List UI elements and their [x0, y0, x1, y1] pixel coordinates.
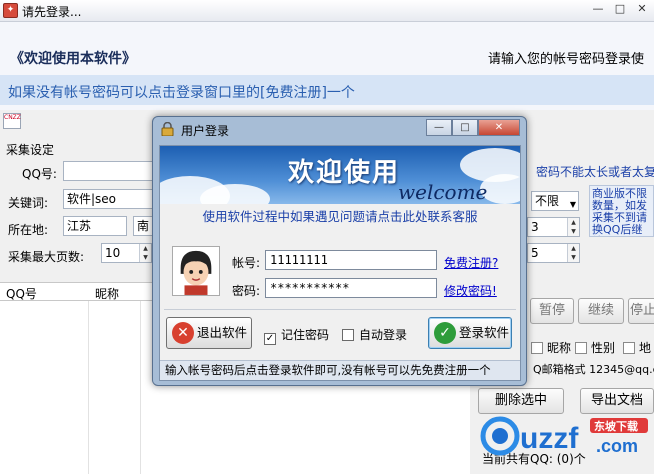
window-title: 请先登录...	[22, 5, 82, 19]
account-input[interactable]: 11111111	[265, 250, 437, 270]
dialog-window-controls: — □ ✕	[426, 119, 520, 136]
main-titlebar: ✦ 请先登录... — □ ✕	[0, 0, 654, 22]
max-pages-label: 采集最大页数:	[8, 250, 85, 264]
right-stepper-2[interactable]: 5 ▲ ▼	[527, 243, 580, 263]
welcome-text: 《欢迎使用本软件》	[10, 51, 136, 67]
welcome-banner: 《欢迎使用本软件》 请输入您的帐号密码登录使 如果没有帐号密码可以点击登录窗口里…	[0, 22, 654, 110]
region-checkbox-label: 地	[639, 341, 652, 355]
lock-icon	[161, 122, 174, 136]
change-password-link[interactable]: 修改密码!	[444, 282, 497, 299]
checkbox-icon	[623, 342, 635, 354]
account-label: 帐号:	[232, 256, 261, 270]
delete-selected-button[interactable]: 删除选中	[478, 388, 564, 414]
remember-password-label: 记住密码	[281, 328, 330, 342]
right-stepper-1[interactable]: 3 ▲ ▼	[527, 217, 580, 237]
keyword-input[interactable]: 软件|seo	[63, 189, 155, 209]
login-button-label: 登录软件	[459, 325, 510, 340]
right-stepper-1-value: 3	[531, 220, 539, 234]
qq-label: QQ号:	[22, 167, 57, 181]
support-notice-link[interactable]: 使用软件过程中如果遇见问题请点击此处联系客服	[160, 206, 520, 225]
close-circle-icon: ✕	[172, 322, 194, 344]
gender-checkbox[interactable]: 性别	[575, 339, 615, 356]
checkbox-checked-icon: ✓	[264, 333, 276, 345]
exit-software-button[interactable]: ✕ 退出软件	[166, 317, 252, 349]
promo-text: 商业版不限 数量，如发 采集不到请 换QQ后继续	[589, 185, 654, 237]
grid-divider	[88, 301, 89, 474]
minimize-button[interactable]: —	[590, 2, 606, 16]
dialog-body: 欢迎使用 welcome 使用软件过程中如果遇见问题请点击此处联系客服 帐号: …	[159, 145, 521, 381]
welcome-sky-banner: 欢迎使用 welcome	[160, 146, 520, 204]
dialog-status-bar: 输入帐号密码后点击登录软件即可,没有帐号可以先免费注册一个	[160, 360, 520, 380]
cloud-decoration	[200, 184, 270, 204]
cnzz-stats-icon[interactable]: CNZZ	[3, 113, 21, 129]
pause-button[interactable]: 暂停	[530, 298, 574, 324]
grid-divider	[140, 301, 141, 474]
login-button[interactable]: ✓ 登录软件	[428, 317, 512, 349]
dialog-minimize-button[interactable]: —	[426, 119, 452, 136]
checkbox-icon	[575, 342, 587, 354]
location-label: 所在地:	[8, 223, 49, 237]
filter-select[interactable]: 不限 ▼	[531, 191, 579, 211]
dialog-titlebar: 用户登录 — □ ✕	[153, 117, 526, 143]
close-button[interactable]: ✕	[634, 2, 650, 16]
stepper-arrows-icon[interactable]: ▲ ▼	[139, 244, 151, 262]
max-pages-value: 10	[105, 246, 121, 260]
app-icon: ✦	[3, 3, 18, 18]
login-hint: 请输入您的帐号密码登录使	[488, 52, 645, 67]
section-label: 采集设定	[6, 143, 55, 157]
stepper-arrows-icon[interactable]: ▲ ▼	[567, 244, 579, 262]
uzzf-watermark-logo: uzzf 东坡下载 .com	[480, 416, 648, 456]
export-button[interactable]: 导出文档	[580, 388, 654, 414]
watermark-badge: 东坡下载	[594, 419, 638, 433]
divider	[164, 309, 516, 310]
checkbox-icon	[342, 329, 354, 341]
stop-button[interactable]: 停止	[628, 298, 654, 324]
filter-select-value: 不限	[535, 194, 560, 208]
chevron-down-icon: ▼	[569, 200, 576, 209]
dialog-close-button[interactable]: ✕	[478, 119, 520, 136]
right-stepper-2-value: 5	[531, 246, 539, 260]
gender-checkbox-label: 性别	[591, 341, 616, 355]
stepper-arrows-icon[interactable]: ▲ ▼	[567, 218, 579, 236]
maximize-button[interactable]: □	[612, 2, 628, 16]
column-nickname[interactable]: 昵称	[95, 285, 119, 302]
check-circle-icon: ✓	[434, 322, 456, 344]
qq-input[interactable]	[63, 161, 155, 181]
region-checkbox[interactable]: 地	[623, 339, 651, 356]
dialog-title: 用户登录	[181, 124, 230, 138]
nickname-checkbox[interactable]: 昵称	[531, 339, 571, 356]
nickname-checkbox-label: 昵称	[547, 341, 572, 355]
checkbox-icon	[531, 342, 543, 354]
register-link[interactable]: 免费注册?	[444, 254, 498, 271]
window-controls: — □ ✕	[590, 2, 650, 16]
user-avatar	[172, 246, 220, 296]
dialog-maximize-button[interactable]: □	[452, 119, 478, 136]
exit-software-label: 退出软件	[197, 325, 248, 340]
login-dialog: 用户登录 — □ ✕ 欢迎使用 welcome 使用软件过程中如果遇见问题请点击…	[152, 116, 527, 386]
auto-login-checkbox[interactable]: 自动登录	[342, 326, 407, 343]
max-pages-stepper[interactable]: 10 ▲ ▼	[101, 243, 152, 263]
watermark-main: uzzf	[520, 422, 579, 455]
watermark-suffix: .com	[596, 436, 638, 456]
banner-title: 欢迎使用	[288, 158, 401, 188]
register-hint-strip: 如果没有帐号密码可以点击登录窗口里的[免费注册]一个	[0, 75, 654, 105]
password-label: 密码:	[232, 284, 261, 298]
password-warning: 密码不能太长或者太复	[536, 165, 654, 179]
continue-button[interactable]: 继续	[578, 298, 624, 324]
province-input[interactable]: 江苏	[63, 216, 127, 236]
auto-login-label: 自动登录	[359, 328, 408, 342]
remember-password-checkbox[interactable]: ✓ 记住密码	[264, 326, 329, 345]
banner-welcome: welcome	[398, 180, 488, 204]
register-hint: 如果没有帐号密码可以点击登录窗口里的[免费注册]一个	[8, 85, 355, 101]
keyword-label: 关键词:	[8, 196, 49, 210]
email-format-text: Q邮箱格式 12345@qq.co	[533, 363, 654, 376]
password-input[interactable]: ***********	[265, 278, 437, 298]
column-qq[interactable]: QQ号	[6, 285, 37, 302]
